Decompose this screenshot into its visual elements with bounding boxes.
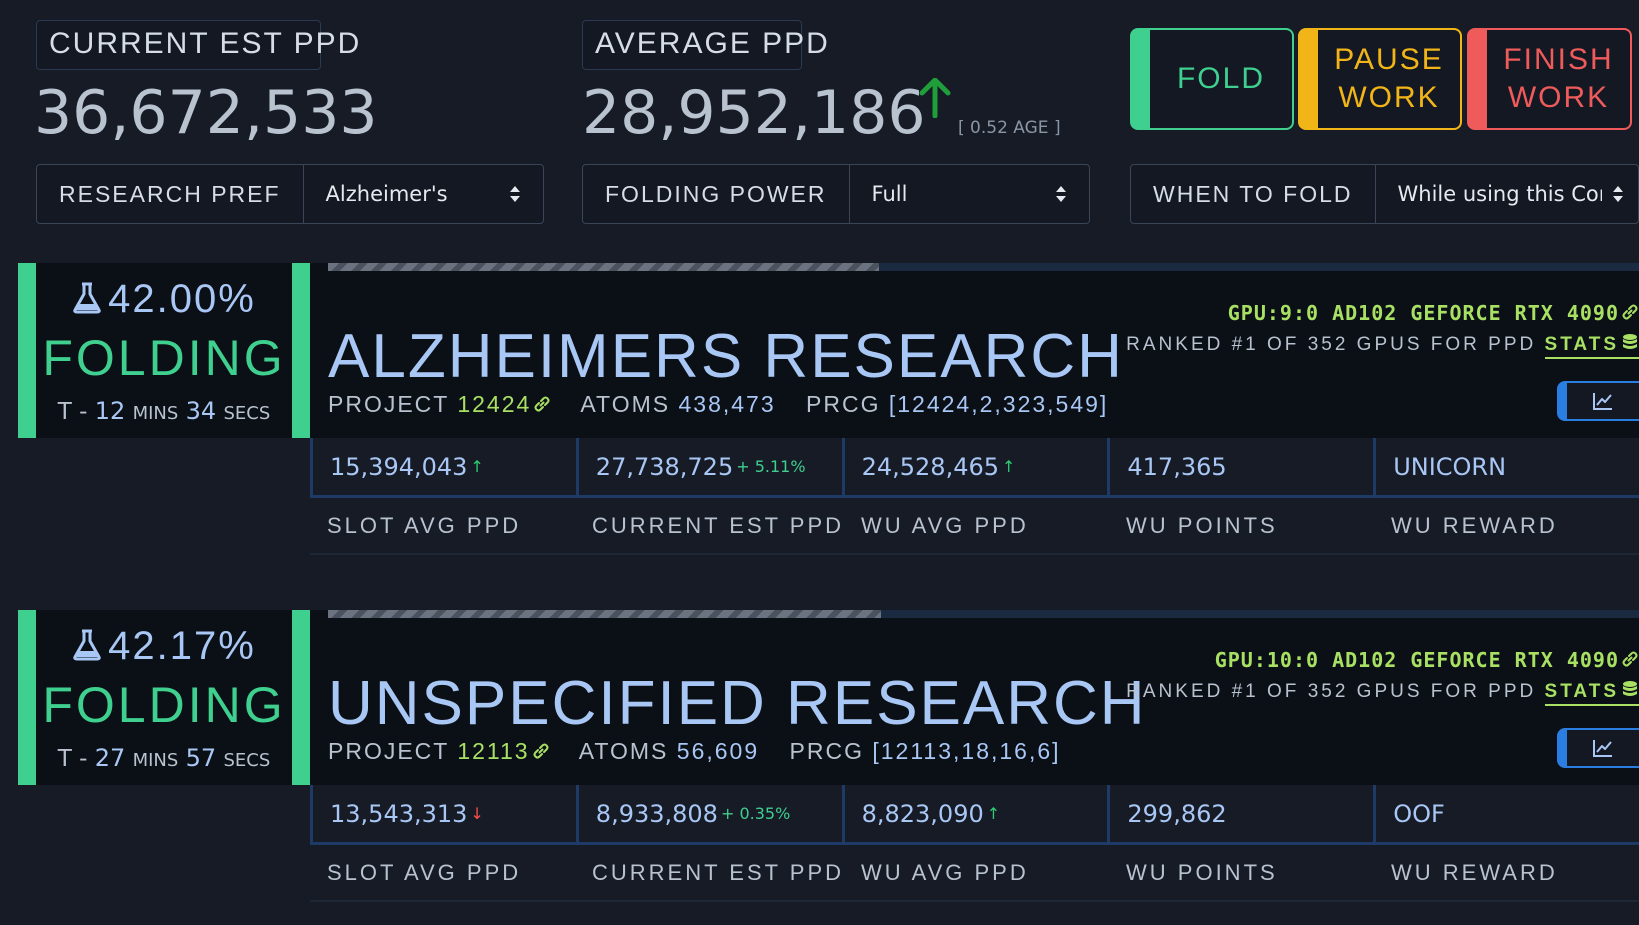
research-pref-label: RESEARCH PREF: [37, 165, 304, 223]
folding-power-select[interactable]: Full: [850, 165, 1089, 223]
trend-down-icon: ↓: [470, 804, 484, 823]
flask-icon: [73, 282, 101, 314]
work-unit-status: 42.00% FOLDING T - 12 MINS 34 SECS: [18, 263, 310, 438]
folding-power-value: Full: [871, 182, 908, 206]
link-icon: [533, 743, 549, 759]
progress-percent: 42.17%: [36, 624, 292, 669]
folding-power-selector: FOLDING POWER Full: [582, 164, 1090, 224]
wu-avg-ppd-label: WU AVG PPD: [861, 859, 1029, 885]
database-icon: [1623, 681, 1637, 696]
gpu-name-link[interactable]: GPU:9:0 AD102 GEFORCE RTX 4090: [1228, 301, 1639, 325]
trend-up-icon: ↑: [986, 804, 1001, 823]
average-ppd-label: AVERAGE PPD: [582, 20, 828, 70]
work-unit-metrics: 13,543,313 ↓ 8,933,808 + 0.35% 8,823,090 ↑ …: [310, 785, 1639, 902]
gpu-rank: RANKED #1 OF 352 GPUS FOR PPD STATS: [1126, 680, 1639, 706]
percent-change: + 5.11%: [736, 457, 806, 476]
when-to-fold-value: While using this Compu: [1397, 182, 1603, 206]
link-icon: [534, 396, 550, 412]
link-icon: [1622, 651, 1638, 667]
wu-reward-label: WU REWARD: [1391, 859, 1558, 885]
wu-avg-ppd-value: 24,528,465 ↑: [841, 438, 1108, 498]
folding-state: FOLDING: [42, 677, 286, 733]
work-unit-metrics: 15,394,043 ↑ 27,738,725 + 5.11% 24,528,465…: [310, 438, 1639, 555]
stats-link[interactable]: STATS: [1544, 681, 1639, 706]
current-est-ppd-label: CURRENT EST PPD: [592, 859, 845, 885]
slot-avg-ppd-value: 15,394,043 ↑: [310, 438, 576, 498]
current-est-ppd-value: 8,933,808 + 0.35%: [575, 785, 842, 845]
current-est-ppd-value: 27,738,725 + 5.11%: [575, 438, 842, 498]
slot-avg-ppd-label: SLOT AVG PPD: [327, 859, 522, 885]
pause-work-button-label: PAUSE WORK: [1334, 43, 1444, 114]
progress-percent: 42.00%: [36, 277, 292, 322]
slot-avg-ppd-label: SLOT AVG PPD: [327, 512, 522, 538]
wu-reward-label: WU REWARD: [1391, 512, 1558, 538]
wu-avg-ppd-value: 8,823,090 ↑: [841, 785, 1108, 845]
fold-button-label: FOLD: [1176, 62, 1265, 95]
wu-points-label: WU POINTS: [1126, 859, 1278, 885]
current-est-ppd-label: CURRENT EST PPD: [592, 512, 845, 538]
gpu-name-link[interactable]: GPU:10:0 AD102 GEFORCE RTX 4090: [1215, 648, 1639, 672]
average-ppd-age: [ 0.52 AGE ]: [958, 118, 1061, 138]
slot-avg-ppd-value: 13,543,313 ↓: [310, 785, 576, 845]
trend-up-icon: ↑: [1002, 457, 1016, 476]
work-unit-status: 42.17% FOLDING T - 27 MINS 57 SECS: [18, 610, 310, 785]
chart-button[interactable]: [1557, 381, 1639, 421]
wu-points-value: 299,862: [1107, 785, 1374, 845]
project-link[interactable]: 12113: [457, 738, 549, 764]
when-to-fold-label: WHEN TO FOLD: [1131, 165, 1376, 223]
folding-power-label: FOLDING POWER: [583, 165, 850, 223]
when-to-fold-select[interactable]: While using this Compu: [1376, 165, 1639, 223]
flask-icon: [73, 629, 101, 661]
sort-arrows-icon: [510, 186, 520, 202]
link-icon: [1622, 304, 1638, 320]
project-meta: PROJECT 12424 ATOMS 438,473 PRCG [12424,…: [328, 391, 1109, 417]
wu-points-value: 417,365: [1107, 438, 1374, 498]
current-est-ppd-value: 36,672,533: [34, 78, 378, 148]
work-unit-details: UNSPECIFIED RESEARCH PROJECT 12113 ATOMS…: [310, 610, 1639, 785]
research-title: UNSPECIFIED RESEARCH: [328, 669, 1147, 738]
average-ppd-value: 28,952,186: [582, 78, 926, 148]
eta: T - 27 MINS 57 SECS: [57, 744, 271, 772]
gpu-rank: RANKED #1 OF 352 GPUS FOR PPD STATS: [1126, 333, 1639, 359]
wu-reward-value: UNICORN: [1373, 438, 1639, 498]
work-unit-card: 42.17% FOLDING T - 27 MINS 57 SECS UNSPE…: [18, 610, 1639, 902]
sort-arrows-icon: [1056, 186, 1066, 202]
project-meta: PROJECT 12113 ATOMS 56,609 PRCG [12113,1…: [328, 738, 1061, 764]
stats-link[interactable]: STATS: [1544, 334, 1639, 359]
sort-arrows-icon: [1613, 186, 1623, 202]
trend-up-icon: [919, 78, 951, 118]
research-pref-value: Alzheimer's: [325, 182, 448, 206]
research-title: ALZHEIMERS RESEARCH: [328, 322, 1124, 391]
progress-bar-fill: [328, 610, 881, 618]
percent-change: + 0.35%: [720, 804, 791, 823]
line-chart-icon: [1593, 393, 1612, 410]
finish-work-button-label: FINISH WORK: [1503, 43, 1614, 114]
current-est-ppd-label: CURRENT EST PPD: [36, 20, 359, 70]
fold-button[interactable]: FOLD: [1130, 28, 1294, 130]
folding-state: FOLDING: [42, 330, 286, 386]
pause-work-button[interactable]: PAUSE WORK: [1298, 28, 1462, 130]
wu-points-label: WU POINTS: [1126, 512, 1278, 538]
research-pref-select[interactable]: Alzheimer's: [304, 165, 543, 223]
work-unit-details: ALZHEIMERS RESEARCH PROJECT 12424 ATOMS …: [310, 263, 1639, 438]
project-link[interactable]: 12424: [457, 391, 551, 417]
database-icon: [1623, 334, 1637, 349]
wu-avg-ppd-label: WU AVG PPD: [861, 512, 1029, 538]
research-pref-selector: RESEARCH PREF Alzheimer's: [36, 164, 544, 224]
eta: T - 12 MINS 34 SECS: [57, 397, 271, 425]
work-unit-card: 42.00% FOLDING T - 12 MINS 34 SECS ALZHE…: [18, 263, 1639, 555]
line-chart-icon: [1593, 740, 1612, 757]
progress-bar: [328, 263, 1639, 271]
when-to-fold-selector: WHEN TO FOLD While using this Compu: [1130, 164, 1639, 224]
chart-button[interactable]: [1557, 728, 1639, 768]
finish-work-button[interactable]: FINISH WORK: [1467, 28, 1632, 130]
progress-bar-fill: [328, 263, 879, 271]
trend-up-icon: ↑: [470, 457, 484, 476]
progress-bar: [328, 610, 1639, 618]
wu-reward-value: OOF: [1373, 785, 1639, 845]
